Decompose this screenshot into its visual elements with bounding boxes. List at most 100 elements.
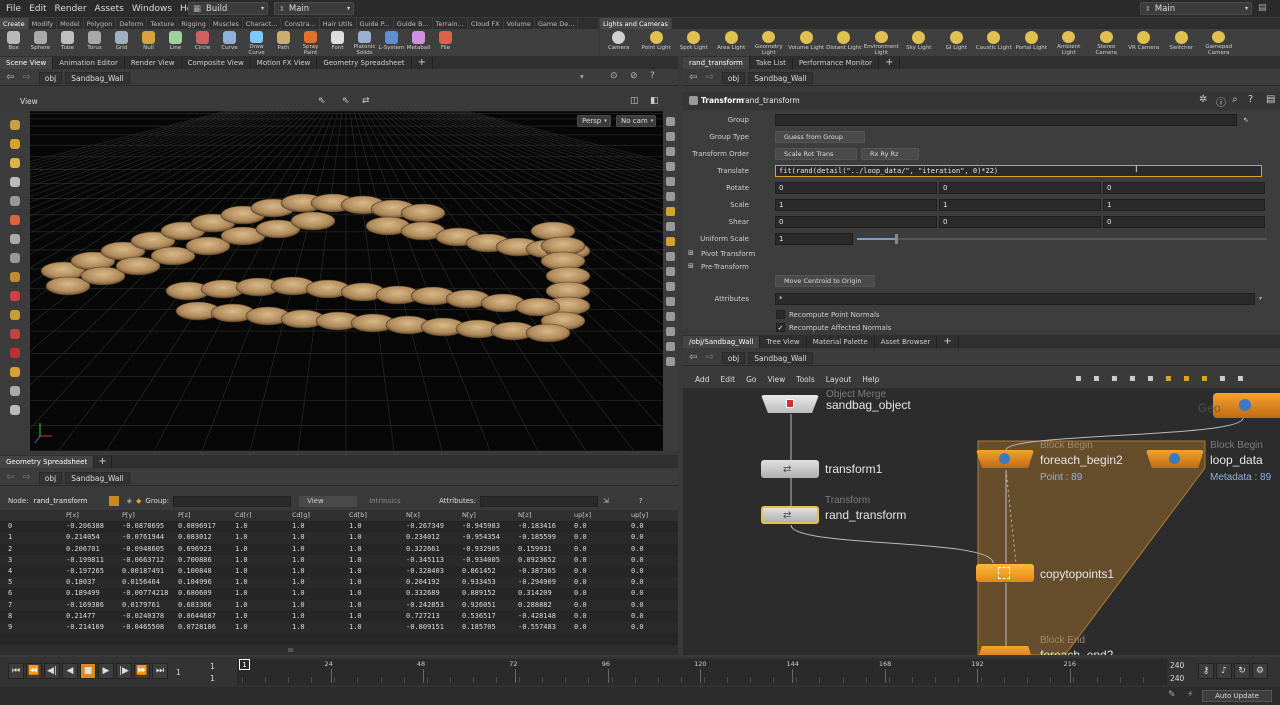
tab-geometry-spreadsheet[interactable]: Geometry Spreadsheet	[317, 57, 412, 69]
rotate-x[interactable]: 0	[775, 182, 937, 194]
params-menu-icon[interactable]: ▤	[1266, 94, 1275, 105]
display-option-icon[interactable]	[666, 147, 675, 156]
help-icon[interactable]: ?	[650, 71, 655, 81]
shelf-tool-distant-light[interactable]: Distant Light	[825, 29, 863, 56]
viewport-tool-icon[interactable]	[10, 386, 20, 396]
display-option-icon[interactable]	[666, 312, 675, 321]
display-option-icon[interactable]	[666, 117, 675, 126]
viewport-tool-icon[interactable]	[10, 291, 20, 301]
search-icon[interactable]: ▪	[1219, 373, 1226, 384]
stop-icon[interactable]: ■	[80, 663, 96, 679]
display-option-icon[interactable]	[666, 132, 675, 141]
step-forward-icon[interactable]: |▶	[116, 663, 132, 679]
spreadsheet-scrollbar[interactable]	[0, 645, 678, 655]
column-header[interactable]: up[y]	[629, 510, 686, 521]
current-frame-field[interactable]: 1	[176, 668, 181, 677]
column-header[interactable]: P[z]	[176, 510, 233, 521]
path-root[interactable]: obj	[721, 351, 746, 364]
display-option-icon[interactable]	[666, 267, 675, 276]
column-header[interactable]: up[x]	[572, 510, 629, 521]
rot-order-dropdown[interactable]: Rx Ry Rz	[861, 148, 919, 160]
viewport-tool-icon[interactable]	[10, 272, 20, 282]
tab-motion-fx-view[interactable]: Motion FX View	[251, 57, 318, 69]
display-option-icon[interactable]	[666, 207, 675, 216]
scroll-handle[interactable]	[288, 648, 293, 652]
path-dropdown-icon[interactable]: ▾	[580, 72, 584, 81]
tab-animation-editor[interactable]: Animation Editor	[53, 57, 125, 69]
shear-y[interactable]: 0	[939, 216, 1101, 228]
shelf-tab[interactable]: Guide B...	[394, 18, 433, 29]
shelf-tool-l-system[interactable]: L-System	[378, 29, 405, 56]
viewport-tool-icon[interactable]	[10, 215, 20, 225]
image-icon[interactable]: ▪	[1183, 373, 1190, 384]
range-end-2[interactable]: 240	[1170, 674, 1184, 683]
viewport-tool-icon[interactable]	[10, 310, 20, 320]
display-option-icon[interactable]	[666, 177, 675, 186]
shelf-tool-circle[interactable]: Circle	[189, 29, 216, 56]
user-workspace-dropdown[interactable]: ⇕ Main ▾	[1140, 2, 1252, 15]
scale-x[interactable]: 1	[775, 199, 937, 211]
shelf-tab[interactable]: Hair Utils	[320, 18, 357, 29]
shelf-tool-point-light[interactable]: Point Light	[638, 29, 676, 56]
path-root[interactable]: obj	[721, 71, 746, 84]
display-option-icon[interactable]	[666, 237, 675, 246]
display-option-icon[interactable]	[666, 327, 675, 336]
group-type-dropdown[interactable]: Guess from Group	[775, 131, 865, 143]
link-icon[interactable]: ⊘	[630, 71, 638, 81]
expand-icon[interactable]: ⊞	[688, 262, 694, 270]
shelf-tool-spray-paint[interactable]: Spray Paint	[297, 29, 324, 56]
display-option-icon[interactable]	[666, 357, 675, 366]
viewport-tool-icon[interactable]	[10, 329, 20, 339]
add-tab-button[interactable]: +	[94, 456, 112, 468]
column-header[interactable]: P[y]	[120, 510, 176, 521]
shelf-tool-path[interactable]: Path	[270, 29, 297, 56]
add-tab-button[interactable]: +	[412, 57, 434, 69]
display-option-icon[interactable]	[666, 282, 675, 291]
shelf-tab[interactable]: Constra...	[281, 18, 320, 29]
net-menu-help[interactable]: Help	[862, 375, 879, 384]
shelf-tool-spot-light[interactable]: Spot Light	[675, 29, 713, 56]
shelf-tool-vr-camera[interactable]: VR Camera	[1125, 29, 1163, 56]
path-node[interactable]: Sandbag_Wall	[65, 71, 130, 84]
back-arrow-icon[interactable]: ⇦	[689, 72, 697, 83]
timeline-track[interactable]: 24 48 72 96 120 144 168 192 216	[237, 659, 1167, 685]
shelf-tool-caustic-light[interactable]: Caustic Light	[975, 29, 1013, 56]
viewport-tool-icon[interactable]	[10, 367, 20, 377]
column-header[interactable]: N[y]	[460, 510, 516, 521]
shelf-tool-tube[interactable]: Tube	[54, 29, 81, 56]
range-end[interactable]: 240	[1170, 661, 1184, 670]
viewport-tool-icon[interactable]	[10, 139, 20, 149]
tab--obj-sandbag-wall[interactable]: /obj/Sandbag_Wall	[683, 336, 761, 348]
group-icon[interactable]: ◆	[136, 497, 141, 505]
menu-edit[interactable]: Edit	[29, 4, 46, 14]
shelf-tab[interactable]: Muscles	[210, 18, 243, 29]
param-pre-transform[interactable]: ⊞ Pre-Transform	[683, 260, 1280, 275]
view-settings-icon[interactable]: ◧	[650, 96, 659, 106]
layout-icon[interactable]: ▪	[1129, 373, 1136, 384]
attributes-field[interactable]	[480, 495, 599, 507]
shelf-tab[interactable]: Terrain...	[433, 18, 468, 29]
shelf-tool-null[interactable]: Null	[135, 29, 162, 56]
search-icon[interactable]: ⌕	[1232, 94, 1238, 105]
audio-icon[interactable]: ♪	[1216, 663, 1232, 679]
camera-dropdown[interactable]: No cam ▾	[616, 115, 656, 127]
net-menu-layout[interactable]: Layout	[826, 375, 852, 384]
gear-icon[interactable]: ✲	[1199, 94, 1207, 105]
column-header[interactable]: N[x]	[404, 510, 460, 521]
key-icon[interactable]: ⚷	[1198, 663, 1214, 679]
group-select-icon[interactable]: ⇖	[1243, 116, 1249, 124]
shelf-tool-curve[interactable]: Curve	[216, 29, 243, 56]
shelf-tab[interactable]: Cloud FX	[468, 18, 504, 29]
play-icon[interactable]: ▶	[98, 663, 114, 679]
shelf-tab[interactable]: Modify	[29, 18, 58, 29]
path-node[interactable]: Sandbag_Wall	[748, 351, 813, 364]
group-field[interactable]	[173, 495, 292, 507]
shelf-tab[interactable]: Model	[57, 18, 84, 29]
shelf-tool-font[interactable]: Font	[324, 29, 351, 56]
list-icon[interactable]: ▪	[1111, 373, 1118, 384]
realtime-icon[interactable]: ↻	[1234, 663, 1250, 679]
shelf-tool-geometry-light[interactable]: Geometry Light	[750, 29, 788, 56]
path-root[interactable]: obj	[38, 471, 63, 484]
shelf-tool-switcher[interactable]: Switcher	[1163, 29, 1201, 56]
group-input[interactable]	[775, 114, 1237, 126]
